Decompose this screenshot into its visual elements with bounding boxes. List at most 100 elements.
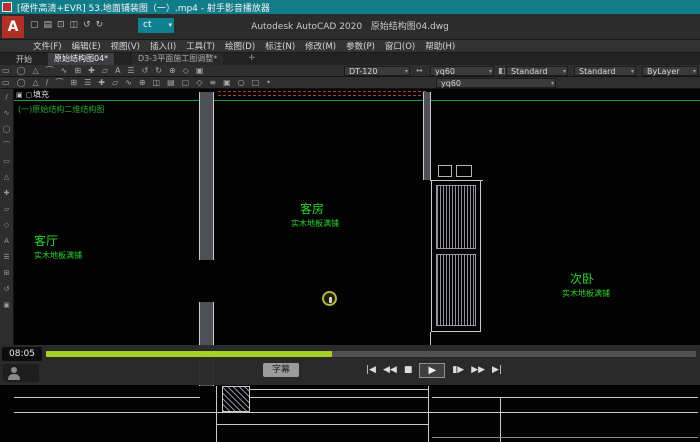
toolbar-icon[interactable]: ◯ (17, 66, 26, 76)
menu-item[interactable]: 文件(F) (28, 40, 67, 52)
toolbar-icon[interactable]: A (115, 66, 120, 76)
toolbar-icon[interactable]: ↻ (155, 66, 162, 76)
layer-dropdown[interactable]: yq60 ▾ (430, 66, 494, 76)
seek-bar-fill (46, 351, 332, 357)
draw-tool-icon[interactable]: ✚ (4, 189, 10, 198)
toolbar-icon[interactable]: ⊞ (74, 66, 81, 76)
elapsed-time: 08:05 (2, 347, 42, 361)
text-style-dropdown[interactable]: Standard ▾ (506, 66, 568, 76)
tab-start[interactable]: 开始 (16, 54, 32, 65)
draw-tool-icon[interactable]: ◯ (3, 125, 11, 134)
play-button[interactable]: ▶ (419, 363, 445, 378)
frame-step-button[interactable]: ▮▶ (452, 365, 464, 375)
menu-item[interactable]: 窗口(O) (380, 40, 420, 52)
fill-icon[interactable]: ▢ (26, 91, 33, 99)
layer-dropdown-2[interactable]: yq60 ▾ (436, 78, 556, 88)
toolbar-icon[interactable]: ▭ (2, 78, 10, 88)
toolbar-icon[interactable]: ∿ (61, 66, 68, 76)
fill-label: 填充 (33, 89, 49, 100)
table-style-dropdown[interactable]: Standard ▾ (574, 66, 636, 76)
toolbar-icon[interactable]: □ (252, 78, 260, 88)
table-style-value: Standard (579, 67, 615, 76)
toolbar-icon[interactable]: ∿ (125, 78, 132, 88)
toolbar-icon[interactable]: ✚ (88, 66, 95, 76)
playback-controls: |◀ ◀◀ ■ ▶ ▮▶ ▶▶ ▶| (366, 361, 502, 379)
dimension-style-value: DT-120 (349, 67, 377, 76)
toolbar-icon[interactable]: ▱ (112, 78, 118, 88)
toolbar-icon[interactable]: ▤ (167, 78, 175, 88)
toolbar-icon[interactable]: ▣ (196, 66, 204, 76)
toolbar-icon[interactable]: ▢ (182, 78, 190, 88)
dimension-icon[interactable]: ↔ (416, 66, 423, 75)
draw-tool-icon[interactable]: △ (4, 173, 9, 182)
toolbar-icon[interactable]: ↺ (142, 66, 149, 76)
toolbar-icon[interactable]: ⊞ (70, 78, 77, 88)
fill-icon[interactable]: ▣ (16, 91, 23, 99)
room-label: 客房 (300, 200, 324, 217)
toolbar-icon[interactable]: ⊕ (139, 78, 146, 88)
draw-tool-icon[interactable]: ▱ (4, 205, 9, 214)
room-material-label: 实木地板满铺 (34, 250, 82, 261)
autocad-window-title: Autodesk AutoCAD 2020 原始结构图04.dwg (0, 19, 700, 32)
toolbar-icon[interactable]: ◫ (153, 78, 161, 88)
toolbar-icon[interactable]: • (266, 78, 271, 88)
color-dropdown[interactable]: ByLayer ▾ (642, 66, 698, 76)
draw-tool-icon[interactable]: ↺ (4, 285, 10, 294)
new-tab-button[interactable]: + (248, 53, 256, 63)
menu-item[interactable]: 帮助(H) (420, 40, 460, 52)
rewind-button[interactable]: ◀◀ (383, 365, 397, 375)
draw-tool-icon[interactable]: ∿ (4, 109, 10, 118)
menu-item[interactable]: 绘图(D) (220, 40, 260, 52)
menu-item[interactable]: 视图(V) (106, 40, 145, 52)
toolbar-icon[interactable]: ◇ (183, 66, 189, 76)
dimension-style-dropdown[interactable]: DT-120 ▾ (344, 66, 410, 76)
menu-item[interactable]: 修改(M) (300, 40, 341, 52)
draw-tool-icon[interactable]: / (5, 93, 7, 102)
toolbar-icon[interactable]: / (46, 78, 49, 88)
user-avatar-button[interactable] (3, 364, 39, 382)
draw-tool-icon[interactable]: ▭ (3, 157, 10, 166)
color-value: ByLayer (647, 67, 680, 76)
toolbar-icon[interactable]: ◯ (17, 78, 26, 88)
subtitle-button[interactable]: 字幕 (263, 363, 299, 377)
seek-bar[interactable] (46, 351, 696, 357)
draw-tool-icon[interactable]: ▣ (3, 301, 10, 310)
toolbar-icon[interactable]: ⌒ (46, 66, 54, 76)
layer-state-icon[interactable]: ◧ (498, 66, 506, 75)
toolbar-icon[interactable]: △ (33, 66, 39, 76)
stop-button[interactable]: ■ (404, 365, 413, 375)
menu-item[interactable]: 标注(N) (260, 40, 300, 52)
menu-item[interactable]: 编辑(E) (67, 40, 106, 52)
menu-item[interactable]: 插入(I) (145, 40, 181, 52)
hand-cursor-icon (322, 291, 337, 306)
toolbar-icon[interactable]: ▱ (102, 66, 108, 76)
toolbar-icon[interactable]: ▣ (223, 78, 231, 88)
wardrobe-hatch (436, 185, 476, 249)
wall-line (14, 412, 698, 413)
tab-document-active[interactable]: 原始结构图04* (48, 53, 114, 65)
toolbar-icon[interactable]: ≡ (209, 78, 216, 88)
draw-tool-icon[interactable]: A (4, 237, 9, 246)
toolbar-icon[interactable]: ✚ (98, 78, 105, 88)
tab-document-2[interactable]: D3-3平面施工图调整* (132, 53, 223, 65)
fill-toolbar-icons: ▣▢ (16, 91, 32, 99)
fast-forward-button[interactable]: ▶▶ (471, 365, 485, 375)
draw-tool-icon[interactable]: ⊞ (4, 269, 10, 278)
next-button[interactable]: ▶| (492, 365, 502, 375)
toolbar-icon[interactable]: ⊕ (169, 66, 176, 76)
toolbar-icon[interactable]: ◇ (196, 78, 202, 88)
toolbar-icon[interactable]: △ (33, 78, 39, 88)
draw-tool-icon[interactable]: ⌒ (3, 141, 10, 150)
autocad-logo-icon[interactable]: A (2, 16, 24, 38)
previous-button[interactable]: |◀ (366, 365, 376, 375)
toolbar-icon[interactable]: ☰ (127, 66, 134, 76)
toolbar-icon[interactable]: ⌒ (55, 78, 63, 88)
toolbar-icon-strip-2: ▭ ◯ △ / ⌒ ⊞ ☰ ✚ ▱ ∿ ⊕ ◫ ▤ ▢ ◇ ≡ ▣ ○ □ • (2, 78, 271, 88)
menu-item[interactable]: 参数(P) (341, 40, 380, 52)
toolbar-icon[interactable]: ☰ (84, 78, 91, 88)
toolbar-icon[interactable]: ▭ (2, 66, 10, 76)
draw-tool-icon[interactable]: ☰ (3, 253, 9, 262)
draw-tool-icon[interactable]: ◇ (4, 221, 9, 230)
toolbar-icon[interactable]: ○ (238, 78, 245, 88)
menu-item[interactable]: 工具(T) (181, 40, 220, 52)
